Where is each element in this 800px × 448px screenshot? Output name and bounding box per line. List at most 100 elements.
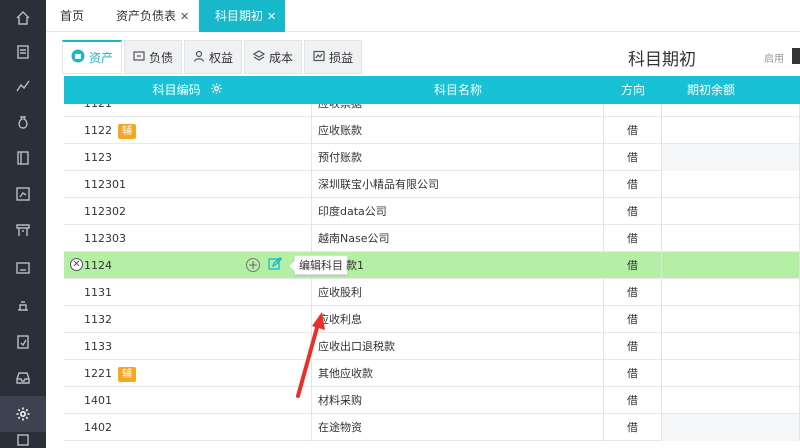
opening-balance-cell[interactable] xyxy=(662,104,800,117)
opening-balance-cell[interactable] xyxy=(662,360,800,387)
page-title: 科目期初 xyxy=(628,50,696,70)
account-direction: 借 xyxy=(604,225,662,252)
table-row[interactable]: 1402 在途物资 借 xyxy=(64,414,800,441)
gear-icon[interactable] xyxy=(210,77,223,105)
close-icon[interactable]: ✕ xyxy=(180,10,189,23)
table-row[interactable]: 1401 材料采购 借 xyxy=(64,387,800,414)
book-icon[interactable] xyxy=(0,140,46,176)
header-code-label: 科目编码 xyxy=(152,83,201,97)
header-code[interactable]: 科目编码 xyxy=(64,76,312,104)
tab-opening-balances-label: 科目期初 xyxy=(215,9,264,23)
opening-balance-cell[interactable] xyxy=(662,198,800,225)
table-row[interactable]: 1131 应收股利 借 xyxy=(64,279,800,306)
account-code: 112302 xyxy=(64,198,312,225)
remove-row-icon[interactable]: ✕ xyxy=(70,258,83,271)
invoice-icon[interactable] xyxy=(0,212,46,248)
scroll-handle[interactable] xyxy=(792,48,800,64)
account-direction: 借 xyxy=(604,144,662,171)
account-name: 在途物资 xyxy=(312,414,604,441)
person-icon xyxy=(193,50,205,65)
close-icon[interactable]: ✕ xyxy=(267,10,276,23)
account-direction xyxy=(604,104,662,117)
table-row[interactable]: 1123 预付账款 借 xyxy=(64,144,800,171)
opening-balance-cell[interactable] xyxy=(662,252,800,279)
table-row[interactable]: 112303 越南Nase公司 借 xyxy=(64,225,800,252)
account-code: 1401 xyxy=(64,387,312,414)
table-row[interactable]: 112302 印度data公司 借 xyxy=(64,198,800,225)
account-direction: 借 xyxy=(604,306,662,333)
table-row[interactable]: 112301 深圳联宝小精品有限公司 借 xyxy=(64,171,800,198)
opening-balance-cell[interactable] xyxy=(662,414,800,441)
tax-icon[interactable] xyxy=(0,324,46,360)
header-direction: 方向 xyxy=(620,83,645,97)
tab-assets[interactable]: 资产 xyxy=(62,40,123,74)
account-name: 预付账款 xyxy=(312,144,604,171)
more-icon[interactable] xyxy=(0,432,46,448)
opening-balance-cell[interactable] xyxy=(662,144,800,171)
header-name: 科目名称 xyxy=(433,83,482,97)
tab-balance-sheet[interactable]: 资产负债表 ✕ xyxy=(116,0,196,32)
tab-equity[interactable]: 权益 xyxy=(184,40,243,74)
tab-profit-loss-label: 损益 xyxy=(329,50,354,65)
tab-cost[interactable]: 成本 xyxy=(244,40,303,74)
table-row[interactable]: 1221 辅 其他应收款 借 xyxy=(64,360,800,387)
account-name: 应收账款 xyxy=(312,117,604,144)
account-code: 1133 xyxy=(64,333,312,360)
table-body: 1121 应收票据 1122辅 应收账款 借 1123 预付账款 借 11230… xyxy=(64,104,800,448)
asset-icon[interactable] xyxy=(0,250,46,286)
tab-liabilities-label: 负债 xyxy=(149,50,174,65)
home-icon[interactable] xyxy=(0,0,46,36)
table-row[interactable]: 1122 辅 应收账款 借 xyxy=(64,117,800,144)
account-name: 款1 xyxy=(346,259,364,272)
table-row[interactable]: 1121 应收票据 xyxy=(64,104,800,117)
account-code: 1132 xyxy=(64,306,312,333)
inbox-icon[interactable] xyxy=(0,360,46,396)
chart-icon[interactable] xyxy=(0,68,46,104)
report-icon[interactable] xyxy=(0,176,46,212)
opening-balance-cell[interactable] xyxy=(662,117,800,144)
tab-profit-loss[interactable]: 损益 xyxy=(304,40,363,74)
asset-circle-icon xyxy=(71,49,85,66)
opening-balance-cell[interactable] xyxy=(662,306,800,333)
account-name: 深圳联宝小精品有限公司 xyxy=(312,171,604,198)
opening-balance-cell[interactable] xyxy=(662,225,800,252)
account-direction: 借 xyxy=(604,360,662,387)
edit-icon[interactable] xyxy=(268,256,283,271)
account-code: 112301 xyxy=(64,171,312,198)
account-direction: 借 xyxy=(604,414,662,441)
table-row-selected[interactable]: 1124 ✕ + 编辑科目 款1 借 xyxy=(64,252,800,279)
tab-opening-balances[interactable]: 科目期初 ✕ xyxy=(199,0,285,32)
voucher-icon[interactable] xyxy=(0,34,46,70)
tab-liabilities[interactable]: 负债 xyxy=(124,40,183,74)
cash-icon[interactable] xyxy=(0,288,46,324)
account-name: 其他应收款 xyxy=(312,360,604,387)
account-name: 材料采购 xyxy=(312,387,604,414)
table-row[interactable]: 1132 应收利息 借 xyxy=(64,306,800,333)
table-header: 科目编码 科目名称 方向 期初余额 xyxy=(64,76,800,104)
table-row[interactable]: 1133 应收出口退税款 借 xyxy=(64,333,800,360)
money-bag-icon[interactable] xyxy=(0,104,46,140)
account-name: 应收票据 xyxy=(312,104,604,117)
opening-balance-cell[interactable] xyxy=(662,279,800,306)
layers-icon xyxy=(252,49,266,65)
hint-text: 启用 xyxy=(764,54,784,65)
account-direction: 借 xyxy=(604,387,662,414)
top-tab-bar: 首页 资产负债表 ✕ 科目期初 ✕ xyxy=(46,0,800,32)
account-code: 1402 xyxy=(64,414,312,441)
tab-equity-label: 权益 xyxy=(209,50,234,65)
gear-icon[interactable] xyxy=(0,396,46,432)
category-tabs: 资产 负债 权益 成本 损益 xyxy=(62,40,364,74)
tab-home[interactable]: 首页 xyxy=(60,0,100,32)
account-direction: 借 xyxy=(604,171,662,198)
tab-cost-label: 成本 xyxy=(269,50,294,65)
account-code: 1121 xyxy=(64,104,312,117)
add-subaccount-icon[interactable]: + xyxy=(246,258,260,272)
opening-balance-cell[interactable] xyxy=(662,333,800,360)
tab-assets-label: 资产 xyxy=(89,51,114,65)
account-name: 应收利息 xyxy=(312,306,604,333)
account-direction: 借 xyxy=(604,279,662,306)
account-code: 1122 辅 xyxy=(64,117,312,144)
opening-balance-cell[interactable] xyxy=(662,387,800,414)
account-name: 越南Nase公司 xyxy=(312,225,604,252)
opening-balance-cell[interactable] xyxy=(662,171,800,198)
